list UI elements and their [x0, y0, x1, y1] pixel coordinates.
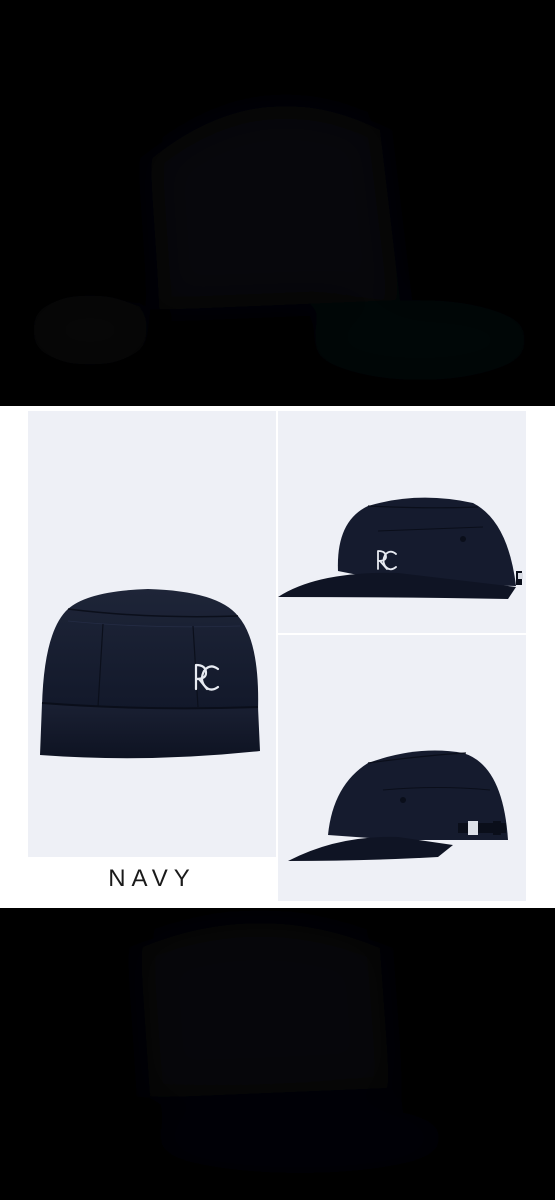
product-image-card: NAVY [0, 406, 555, 908]
cap-back-illustration [288, 750, 508, 861]
image-page: NAVY [0, 0, 555, 1200]
color-label: NAVY [28, 858, 276, 900]
cap-side-view-back [278, 635, 526, 901]
blurred-background-bottom [0, 908, 555, 1200]
cap-side-illustration [278, 497, 523, 599]
cap-front-view [28, 411, 276, 857]
cap-side-view-front [278, 411, 526, 633]
blurred-background-top [0, 0, 555, 406]
cap-front-illustration [40, 589, 260, 759]
